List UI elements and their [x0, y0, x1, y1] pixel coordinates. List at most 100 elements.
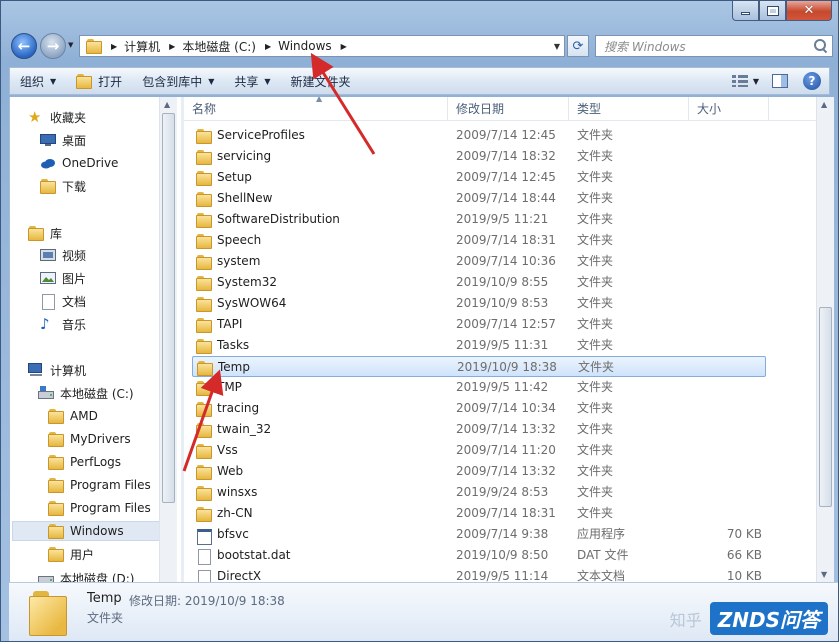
table-row[interactable]: System32 2019/10/9 8:55 文件夹 — [192, 272, 766, 293]
breadcrumb-computer[interactable]: 计算机 — [124, 38, 160, 55]
folder-icon — [196, 129, 212, 144]
organize-button[interactable]: 组织 ▼ — [10, 70, 66, 92]
sidebar-item-pictures[interactable]: 图片 — [40, 268, 86, 288]
breadcrumb-windows[interactable]: Windows — [278, 39, 332, 53]
table-row[interactable]: Vss 2009/7/14 11:20 文件夹 — [192, 440, 766, 461]
sidebar-item-libraries[interactable]: 库 — [28, 223, 62, 243]
sidebar-item-favorites[interactable]: ★ 收藏夹 — [28, 107, 86, 127]
chevron-right-icon[interactable]: ▶ — [265, 42, 271, 51]
folder-icon — [196, 423, 212, 438]
scrollbar-thumb[interactable] — [162, 113, 175, 503]
table-row[interactable]: bootstat.dat 2019/10/9 8:50 DAT 文件 66 KB — [192, 545, 766, 566]
sidebar-item-program-files[interactable]: Program Files — [48, 475, 151, 495]
sidebar-item-local-disk-d[interactable]: 本地磁盘 (D:) — [38, 568, 134, 582]
chevron-right-icon[interactable]: ▶ — [341, 42, 347, 51]
sidebar-item-documents[interactable]: 文档 — [40, 291, 86, 311]
column-header-size[interactable]: 大小 — [689, 97, 769, 121]
cell-date: 2009/7/14 10:34 — [456, 401, 556, 415]
share-button[interactable]: 共享 ▼ — [224, 70, 280, 92]
table-row[interactable]: SoftwareDistribution 2019/9/5 11:21 文件夹 — [192, 209, 766, 230]
include-in-library-button[interactable]: 包含到库中 ▼ — [132, 70, 224, 92]
change-view-button[interactable] — [729, 71, 751, 91]
cell-date: 2009/7/14 9:38 — [456, 527, 549, 541]
search-input[interactable]: 搜索 Windows — [595, 35, 833, 57]
sidebar-item-mydrivers[interactable]: MyDrivers — [48, 429, 131, 449]
sidebar-item-label: 音乐 — [62, 317, 87, 332]
star-icon: ★ — [28, 108, 42, 126]
sidebar-item-users[interactable]: 用户 — [48, 544, 94, 564]
scroll-down-icon[interactable]: ▼ — [821, 570, 827, 579]
sidebar-item-program-files-x86[interactable]: Program Files — [48, 498, 151, 518]
view-dropdown-icon[interactable]: ▼ — [753, 77, 759, 86]
scroll-up-icon[interactable]: ▲ — [821, 100, 827, 109]
table-row[interactable]: winsxs 2019/9/24 8:53 文件夹 — [192, 482, 766, 503]
table-row[interactable]: zh-CN 2009/7/14 18:31 文件夹 — [192, 503, 766, 524]
refresh-button[interactable]: ⟳ — [567, 35, 589, 57]
cloud-icon — [40, 156, 56, 170]
table-row[interactable]: ServiceProfiles 2009/7/14 12:45 文件夹 — [192, 125, 766, 146]
cell-name: twain_32 — [217, 422, 272, 436]
address-dropdown-icon[interactable]: ▼ — [554, 42, 560, 51]
scrollbar-thumb[interactable] — [819, 307, 832, 507]
forward-button[interactable]: → — [40, 33, 66, 59]
table-row[interactable]: tracing 2009/7/14 10:34 文件夹 — [192, 398, 766, 419]
cell-name: System32 — [217, 275, 278, 289]
sidebar-item-computer[interactable]: 计算机 — [28, 360, 86, 380]
minimize-button[interactable] — [732, 1, 759, 21]
column-header-type[interactable]: 类型 — [569, 97, 689, 121]
back-button[interactable]: ← — [11, 33, 37, 59]
table-row[interactable]: TAPI 2009/7/14 12:57 文件夹 — [192, 314, 766, 335]
preview-pane-icon — [772, 74, 788, 88]
close-button[interactable]: ✕ — [786, 1, 832, 21]
cell-size: 10 KB — [726, 569, 762, 582]
sidebar-item-videos[interactable]: 视频 — [40, 245, 86, 265]
file-list-scrollbar[interactable]: ▲ ▼ — [816, 97, 834, 582]
cell-size — [697, 503, 762, 524]
navigation-scrollbar[interactable]: ▲ — [159, 97, 177, 582]
maximize-button[interactable] — [759, 1, 786, 21]
folder-icon — [196, 276, 212, 291]
help-button[interactable]: ? — [801, 71, 823, 91]
sidebar-item-perflogs[interactable]: PerfLogs — [48, 452, 121, 472]
table-row[interactable]: bfsvc 2009/7/14 9:38 应用程序 70 KB — [192, 524, 766, 545]
table-row[interactable]: Web 2009/7/14 13:32 文件夹 — [192, 461, 766, 482]
breadcrumb-local-disk-c[interactable]: 本地磁盘 (C:) — [182, 38, 256, 55]
table-row[interactable]: ShellNew 2009/7/14 18:44 文件夹 — [192, 188, 766, 209]
cell-date: 2009/7/14 12:45 — [456, 128, 556, 142]
table-row[interactable]: system 2009/7/14 10:36 文件夹 — [192, 251, 766, 272]
table-row[interactable]: Tasks 2019/9/5 11:31 文件夹 — [192, 335, 766, 356]
scroll-up-icon[interactable]: ▲ — [164, 100, 170, 109]
cell-size — [697, 398, 762, 419]
history-dropdown[interactable]: ▼ — [68, 41, 73, 49]
open-button[interactable]: 打开 — [66, 70, 132, 92]
chevron-right-icon[interactable]: ▶ — [169, 42, 175, 51]
column-header-date[interactable]: 修改日期 — [448, 97, 569, 121]
cell-name: system — [217, 254, 261, 268]
table-row[interactable]: Speech 2009/7/14 18:31 文件夹 — [192, 230, 766, 251]
search-icon[interactable] — [814, 39, 826, 51]
folder-icon — [196, 234, 212, 249]
sidebar-item-music[interactable]: ♪ 音乐 — [40, 314, 86, 334]
column-header-name[interactable]: 名称 — [184, 97, 448, 121]
table-row[interactable]: Setup 2009/7/14 12:45 文件夹 — [192, 167, 766, 188]
library-icon — [28, 226, 44, 241]
sidebar-item-amd[interactable]: AMD — [48, 406, 98, 426]
table-row[interactable]: SysWOW64 2019/10/9 8:53 文件夹 — [192, 293, 766, 314]
sidebar-item-downloads[interactable]: 下载 — [40, 176, 86, 196]
new-folder-button[interactable]: 新建文件夹 — [281, 70, 361, 92]
table-row[interactable]: TMP 2019/9/5 11:42 文件夹 — [192, 377, 766, 398]
table-row[interactable]: Temp 2019/10/9 18:38 文件夹 — [192, 356, 766, 377]
table-row[interactable]: servicing 2009/7/14 18:32 文件夹 — [192, 146, 766, 167]
cell-type: 应用程序 — [577, 527, 626, 541]
sidebar-item-desktop[interactable]: 桌面 — [40, 130, 86, 150]
sidebar-item-windows[interactable]: Windows — [12, 521, 162, 541]
table-row[interactable]: twain_32 2009/7/14 13:32 文件夹 — [192, 419, 766, 440]
preview-pane-button[interactable] — [769, 71, 791, 91]
sidebar-item-onedrive[interactable]: OneDrive — [40, 153, 118, 173]
table-row[interactable]: DirectX 2019/9/5 11:14 文本文档 10 KB — [192, 566, 766, 582]
minimize-icon — [741, 12, 750, 15]
address-bar[interactable]: ▶ 计算机 ▶ 本地磁盘 (C:) ▶ Windows ▶ ▼ — [79, 35, 565, 57]
sidebar-item-label: 下载 — [62, 179, 87, 194]
sidebar-item-local-disk-c[interactable]: 本地磁盘 (C:) — [38, 383, 134, 403]
chevron-right-icon[interactable]: ▶ — [111, 42, 117, 51]
